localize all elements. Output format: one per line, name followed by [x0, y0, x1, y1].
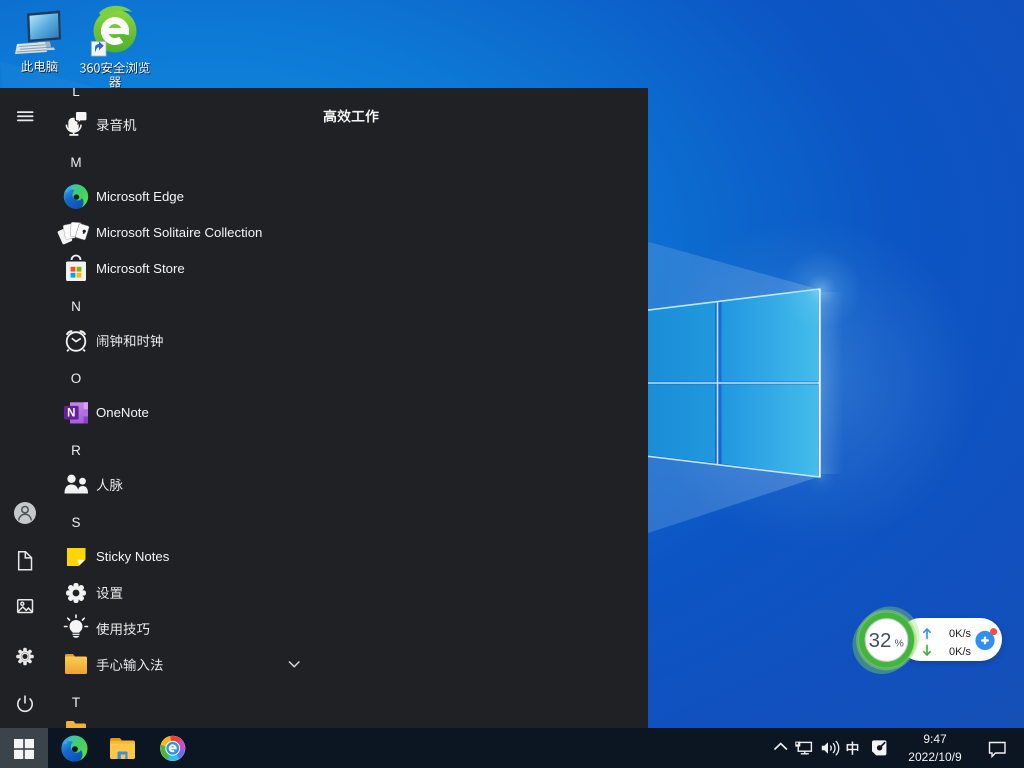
- svg-text:0K/s: 0K/s: [949, 646, 972, 658]
- svg-text:0K/s: 0K/s: [949, 628, 972, 640]
- svg-text:32: 32: [869, 629, 892, 652]
- svg-text:%: %: [895, 638, 904, 650]
- svg-text:N: N: [67, 408, 75, 420]
